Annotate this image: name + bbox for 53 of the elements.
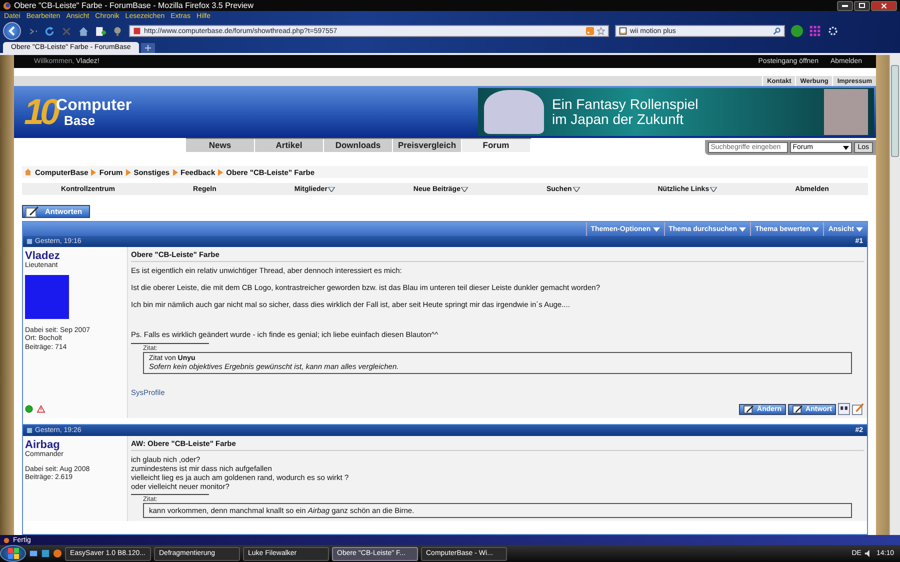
window-title: Obere "CB-Leiste" Farbe - ForumBase - Mozilla Firefox 3.5 Preview bbox=[14, 1, 254, 10]
arrow-icon bbox=[218, 168, 224, 176]
warning-icon[interactable] bbox=[37, 405, 45, 413]
nav-tab[interactable]: Downloads bbox=[324, 139, 393, 152]
arrow-icon bbox=[172, 168, 178, 176]
nav-tab[interactable]: Forum bbox=[462, 139, 531, 152]
caret-icon bbox=[856, 226, 863, 232]
bookmark-add-icon[interactable] bbox=[95, 26, 106, 36]
new-tab-button[interactable] bbox=[140, 43, 155, 53]
caret-icon bbox=[812, 226, 820, 232]
firefox-icon[interactable] bbox=[53, 549, 62, 558]
quote-icon[interactable] bbox=[838, 403, 850, 415]
edit-icon bbox=[743, 404, 754, 414]
minimize-icon bbox=[842, 4, 848, 6]
close-button[interactable] bbox=[871, 0, 897, 10]
status-icon bbox=[3, 536, 10, 544]
reload-icon[interactable] bbox=[44, 26, 55, 36]
caret-icon bbox=[652, 226, 660, 232]
bulb-icon[interactable] bbox=[112, 26, 123, 36]
post-icon bbox=[27, 239, 32, 244]
edit-icon[interactable] bbox=[852, 403, 864, 415]
scrollbar[interactable] bbox=[889, 55, 900, 535]
username-link[interactable]: Vladez bbox=[25, 250, 125, 262]
photo-placeholder bbox=[824, 89, 868, 135]
firefox-icon bbox=[3, 2, 11, 10]
grid-icon[interactable] bbox=[809, 25, 821, 37]
close-icon bbox=[881, 2, 887, 8]
caret-icon bbox=[739, 226, 746, 232]
window-icon[interactable] bbox=[41, 549, 50, 558]
caret-icon bbox=[842, 146, 849, 150]
nav-tab[interactable]: News bbox=[186, 139, 255, 152]
gear-icon[interactable] bbox=[827, 25, 839, 37]
minimize-button[interactable] bbox=[837, 0, 853, 10]
maximize-button[interactable] bbox=[854, 0, 870, 10]
ad-banner[interactable]: Ein Fantasy Rollenspiel im Japan der Zukunft bbox=[478, 88, 874, 136]
desktop-icon[interactable] bbox=[29, 549, 38, 558]
username-link[interactable]: Airbag bbox=[25, 439, 125, 452]
search-icon[interactable] bbox=[773, 27, 781, 35]
plus-icon bbox=[144, 45, 151, 51]
nav-tab[interactable]: Artikel bbox=[255, 139, 324, 152]
page-icon bbox=[133, 27, 141, 35]
edit-icon bbox=[25, 206, 39, 218]
start-icon bbox=[8, 548, 18, 559]
post-icon bbox=[27, 428, 32, 433]
maximize-icon bbox=[859, 3, 865, 8]
star-icon[interactable] bbox=[597, 27, 605, 35]
arrow-icon bbox=[91, 168, 96, 176]
back-button[interactable] bbox=[3, 22, 21, 40]
arrow-icon bbox=[126, 168, 131, 176]
start-button[interactable] bbox=[0, 545, 26, 562]
home-icon[interactable] bbox=[78, 26, 89, 36]
edit-icon bbox=[792, 404, 803, 414]
home-icon bbox=[24, 168, 32, 176]
